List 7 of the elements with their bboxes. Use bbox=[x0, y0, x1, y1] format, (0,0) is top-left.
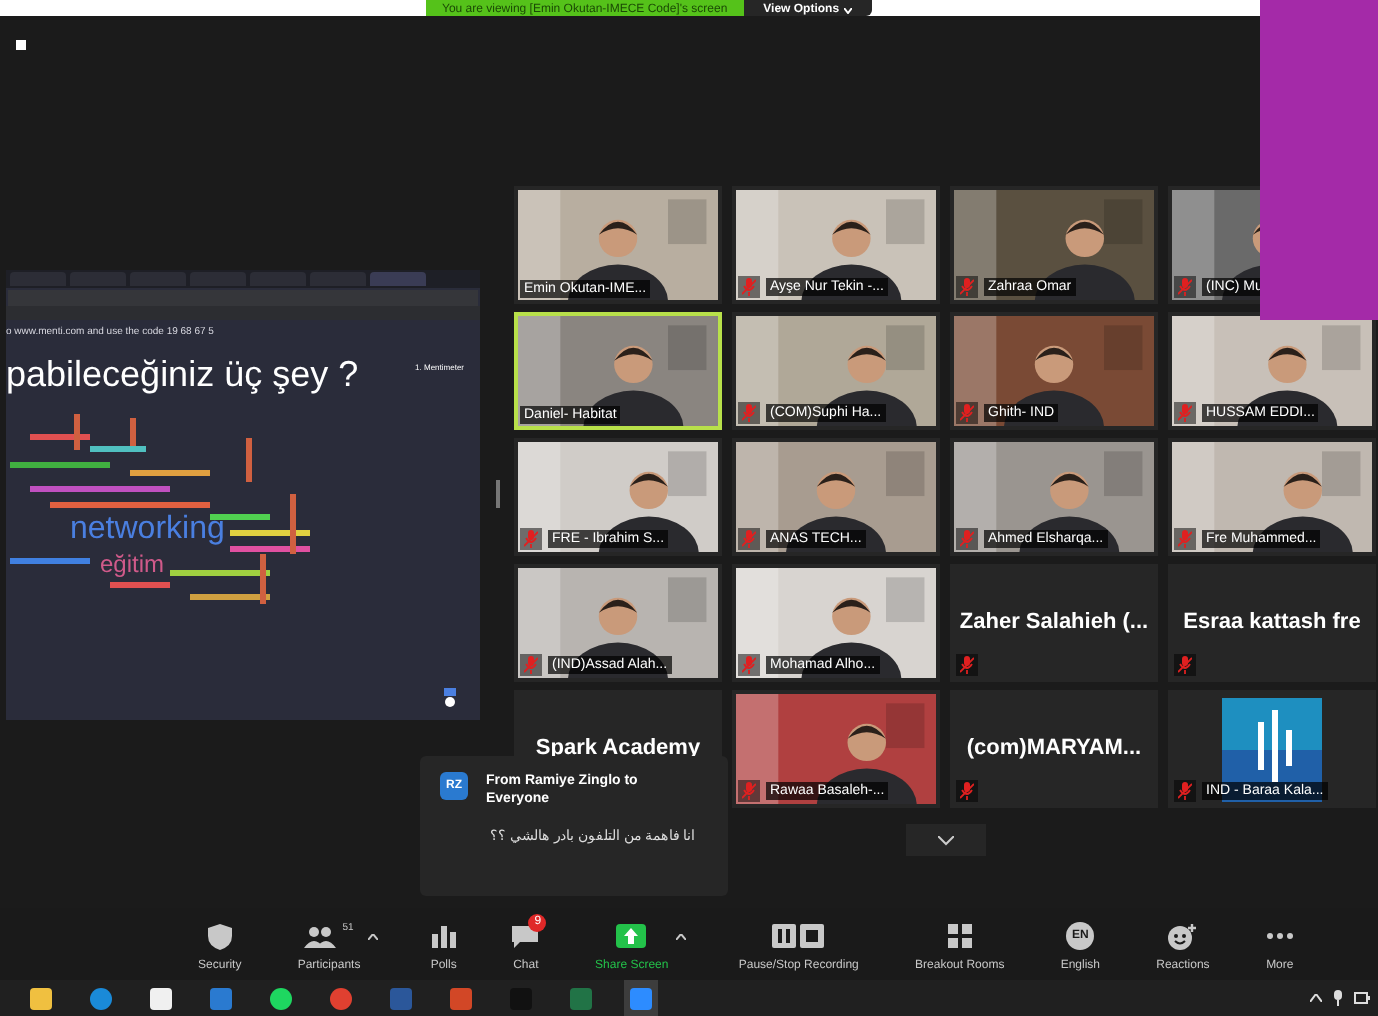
participant-name: Esraa kattash fre bbox=[1183, 608, 1361, 639]
participant-name: Spark Academy bbox=[535, 734, 701, 765]
word-cloud-word: networking bbox=[70, 509, 225, 549]
participant-name: Zaher Salahieh (... bbox=[959, 608, 1149, 639]
participant-name: (com)MARYAM... bbox=[966, 734, 1142, 765]
word-cloud-word: eğitim bbox=[100, 547, 165, 581]
question-heading: pabileceğiniz üç şey ? bbox=[6, 353, 359, 393]
